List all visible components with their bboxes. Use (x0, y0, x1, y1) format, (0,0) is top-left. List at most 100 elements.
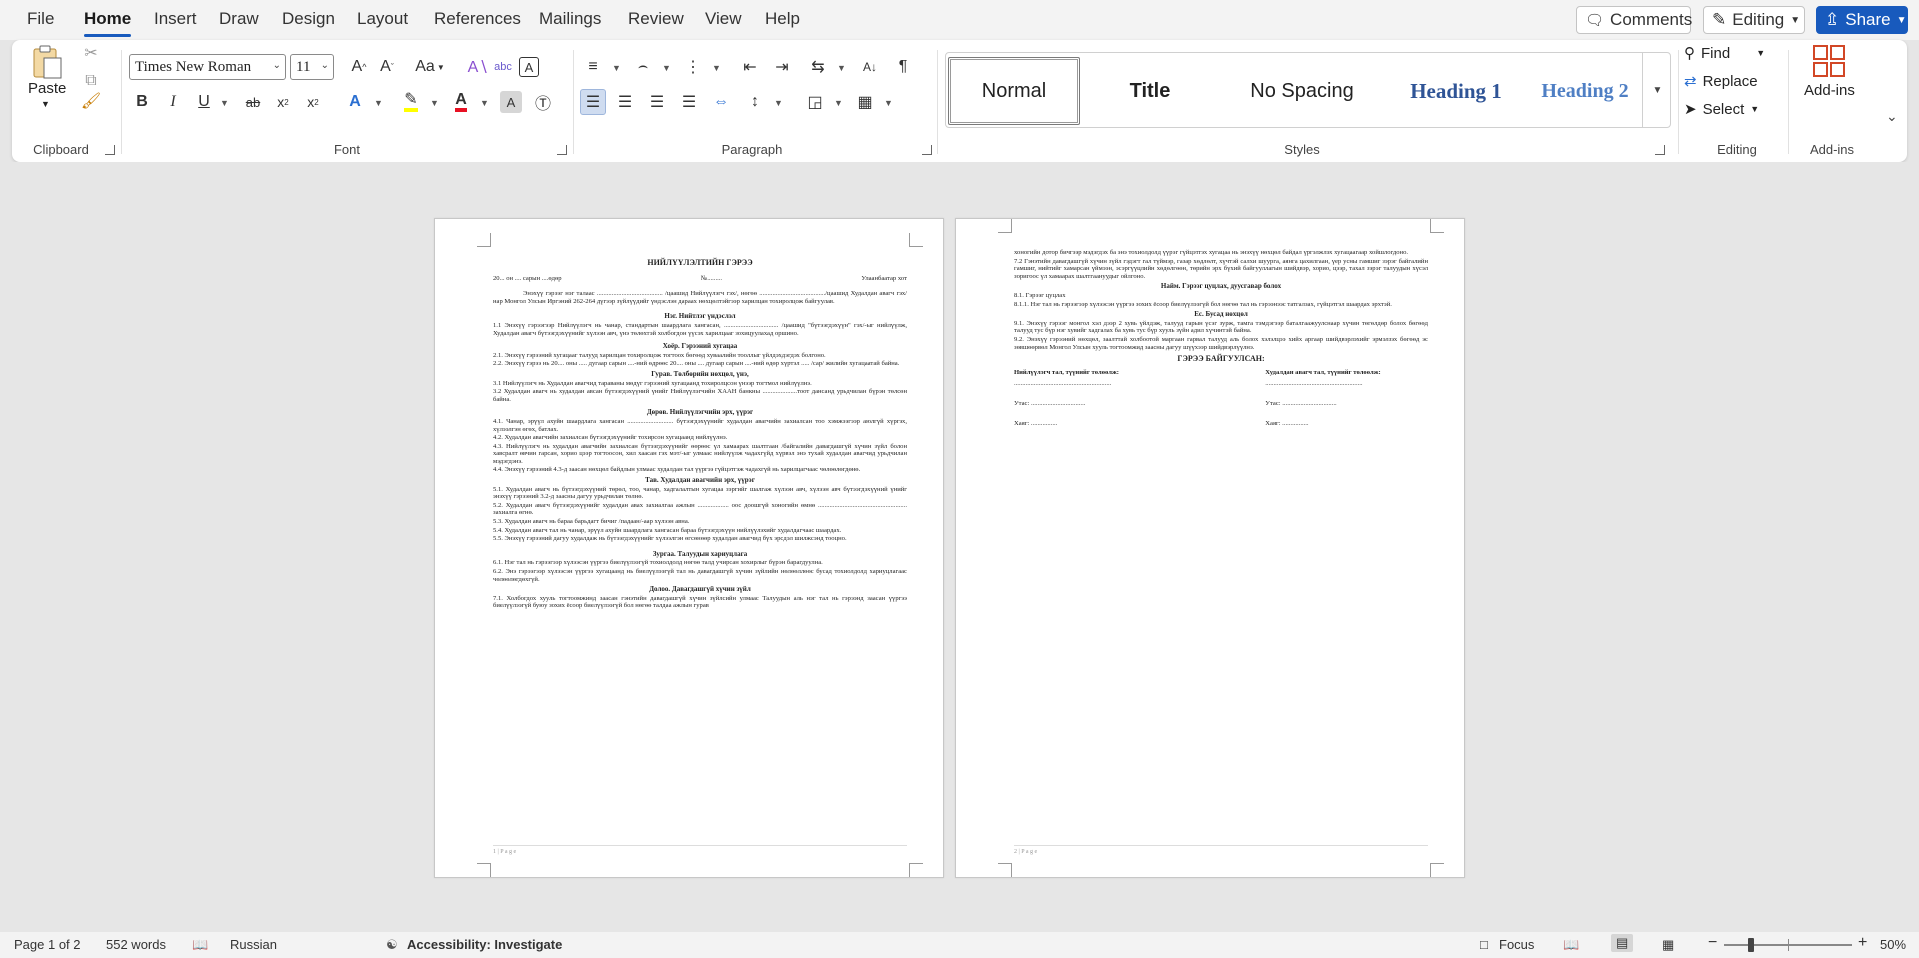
italic-icon[interactable]: I (160, 89, 186, 115)
align-center-icon[interactable]: ☰ (612, 89, 638, 115)
word-count[interactable]: 552 words (106, 937, 166, 952)
chevron-down-icon: ⌄ (272, 60, 281, 71)
collapse-ribbon-icon[interactable]: ⌄ (1886, 108, 1898, 125)
underline-icon[interactable]: U (191, 89, 217, 115)
print-layout-icon[interactable]: ▤ (1611, 934, 1634, 952)
chevron-down-icon[interactable]: ▼ (220, 98, 229, 108)
shrink-font-icon[interactable]: Aˇ (374, 54, 400, 80)
chevron-down-icon[interactable]: ▼ (612, 63, 621, 73)
font-color-icon[interactable]: A (448, 89, 474, 115)
find-button[interactable]: ⚲ Find ▼ (1684, 40, 1765, 66)
zoom-slider-thumb[interactable] (1748, 938, 1754, 952)
contract-city: Улаанбаатар хот (861, 274, 907, 282)
sort-icon[interactable]: A↓ (857, 54, 883, 80)
line-spacing-icon[interactable]: ↕ (742, 89, 768, 115)
tab-references[interactable]: References (434, 9, 521, 29)
character-border-icon[interactable]: A (519, 57, 539, 77)
replace-button[interactable]: ⇄ Replace (1684, 68, 1758, 94)
chevron-down-icon[interactable]: ▼ (480, 98, 489, 108)
style-no-spacing[interactable]: No Spacing (1222, 57, 1382, 125)
paste-button[interactable]: Paste ▼ (24, 44, 70, 116)
clear-formatting-icon[interactable]: A∖ (465, 54, 491, 80)
borders-icon[interactable]: ▦ (852, 89, 878, 115)
show-formatting-marks-icon[interactable]: ¶ (890, 54, 916, 80)
superscript-icon[interactable]: x2 (300, 89, 326, 115)
tab-review[interactable]: Review (628, 9, 684, 29)
tab-file[interactable]: File (27, 9, 54, 29)
style-normal[interactable]: Normal (948, 57, 1080, 125)
paragraph-launcher-icon[interactable] (922, 145, 932, 155)
font-name-combo[interactable]: Times New Roman ⌄ (129, 54, 286, 80)
change-case-button[interactable]: Aa ▼ (412, 54, 448, 80)
zoom-slider[interactable] (1724, 938, 1852, 952)
text-effects-icon[interactable]: A (342, 89, 368, 115)
numbering-icon[interactable]: ⌢ (630, 54, 656, 80)
comments-button[interactable]: 🗨 Comments (1576, 6, 1692, 34)
phonetic-guide-icon[interactable]: abc (490, 54, 516, 80)
chevron-down-icon[interactable]: ▼ (837, 63, 846, 73)
chevron-down-icon[interactable]: ▼ (662, 63, 671, 73)
multilevel-list-icon[interactable]: ⋮ (680, 54, 706, 80)
paragraph: 2.2. Энэхүү гэрээ нь 20.... оны ..... ду… (493, 360, 900, 368)
increase-indent-icon[interactable]: ⇥ (769, 54, 795, 80)
document-page-2[interactable]: хоногийн дотор бичгээр мэдэгдэх ба энэ т… (955, 218, 1465, 878)
tab-draw[interactable]: Draw (219, 9, 259, 29)
chevron-down-icon[interactable]: ▼ (774, 98, 783, 108)
character-shading-icon[interactable]: A (500, 91, 522, 113)
subscript-icon[interactable]: x2 (270, 89, 296, 115)
font-launcher-icon[interactable] (557, 145, 567, 155)
grow-font-icon[interactable]: A ^ (346, 54, 372, 80)
format-painter-icon[interactable]: 🖌 (78, 88, 104, 114)
tab-help[interactable]: Help (765, 9, 800, 29)
document-canvas[interactable]: НИЙЛҮҮЛЭЛТИЙН ГЭРЭЭ 20... он .... сарын … (0, 162, 1919, 932)
justify-icon[interactable]: ☰ (676, 89, 702, 115)
add-ins-button[interactable]: Add-ins (1794, 44, 1864, 118)
accessibility-status[interactable]: Accessibility: Investigate (407, 937, 562, 952)
chevron-down-icon[interactable]: ▼ (430, 98, 439, 108)
chevron-down-icon[interactable]: ▼ (374, 98, 383, 108)
zoom-level[interactable]: 50% (1880, 937, 1906, 952)
styles-launcher-icon[interactable] (1655, 145, 1665, 155)
tab-view[interactable]: View (705, 9, 742, 29)
document-page-1[interactable]: НИЙЛҮҮЛЭЛТИЙН ГЭРЭЭ 20... он .... сарын … (434, 218, 944, 878)
text-direction-icon[interactable]: ⇆ (805, 54, 831, 80)
tab-mailings[interactable]: Mailings (539, 9, 601, 29)
style-heading-2[interactable]: Heading 2 (1524, 57, 1646, 125)
cut-icon[interactable]: ✂ (78, 40, 104, 66)
align-right-icon[interactable]: ☰ (644, 89, 670, 115)
enclose-characters-icon[interactable]: Ⓣ (530, 89, 556, 115)
chevron-down-icon[interactable]: ▼ (884, 98, 893, 108)
highlight-color-icon[interactable]: ✎ (398, 89, 424, 115)
clipboard-launcher-icon[interactable] (105, 145, 115, 155)
bold-icon[interactable]: B (129, 89, 155, 115)
decrease-indent-icon[interactable]: ⇤ (737, 54, 763, 80)
select-button[interactable]: ➤ Select ▼ (1684, 96, 1759, 122)
share-button[interactable]: ⇫ Share ▼ (1816, 6, 1908, 34)
distributed-icon[interactable]: ⇔ (708, 89, 734, 115)
chevron-down-icon[interactable]: ▼ (834, 98, 843, 108)
focus-button[interactable]: Focus (1499, 937, 1534, 952)
tab-design[interactable]: Design (282, 9, 335, 29)
read-mode-icon[interactable]: 📖 (1563, 937, 1579, 953)
editing-mode-button[interactable]: ✎ Editing ▼ (1703, 6, 1805, 34)
styles-gallery: Normal Title No Spacing Heading 1 Headin… (945, 52, 1671, 128)
shading-icon[interactable]: ◲ (802, 89, 828, 115)
style-heading-1[interactable]: Heading 1 (1386, 57, 1526, 125)
style-title[interactable]: Title (1084, 57, 1216, 125)
crop-mark (909, 863, 923, 877)
strikethrough-icon[interactable]: ab (240, 89, 266, 115)
tab-home[interactable]: Home (84, 9, 132, 37)
zoom-out-icon[interactable]: − (1708, 934, 1717, 952)
styles-more-button[interactable]: ▼ (1642, 53, 1672, 127)
tab-layout[interactable]: Layout (357, 9, 408, 29)
font-size-combo[interactable]: 11 ⌄ (290, 54, 334, 80)
chevron-down-icon[interactable]: ▼ (712, 63, 721, 73)
language[interactable]: Russian (230, 937, 277, 952)
web-layout-icon[interactable]: ▦ (1662, 937, 1674, 953)
align-left-icon[interactable]: ☰ (580, 89, 606, 115)
zoom-in-icon[interactable]: + (1858, 934, 1867, 952)
tab-insert[interactable]: Insert (154, 9, 197, 29)
proofing-icon[interactable]: 📖 (192, 937, 208, 953)
bullets-icon[interactable]: ≡ (580, 54, 606, 80)
page-count[interactable]: Page 1 of 2 (14, 937, 81, 952)
